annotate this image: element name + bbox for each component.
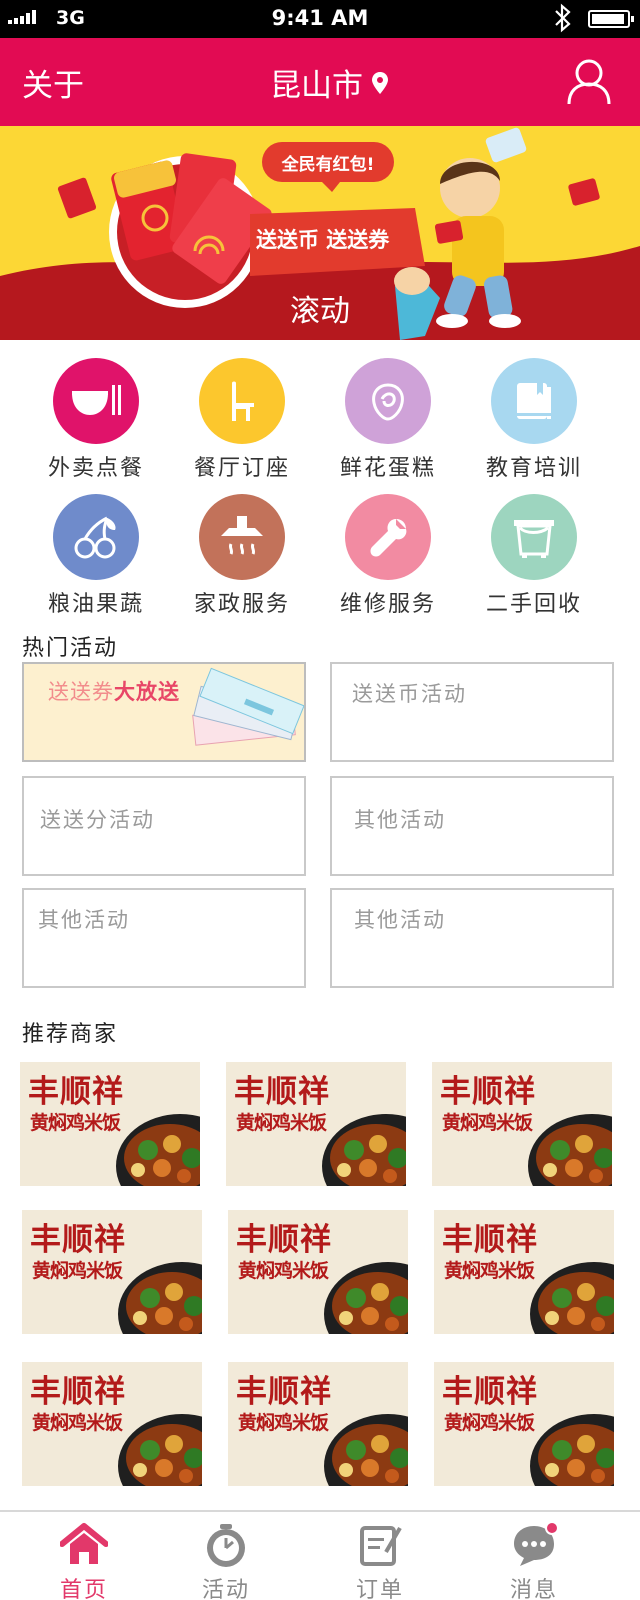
merchant-card[interactable]: 丰顺祥 黄焖鸡米饭 xyxy=(226,1062,406,1186)
chair-icon xyxy=(199,358,285,444)
merchant-dish: 黄焖鸡米饭 xyxy=(32,1260,123,1282)
city-name: 昆山市 xyxy=(270,68,363,104)
banner-ribbon-text: 送送币 送送券 xyxy=(256,228,390,252)
recycle-bin-icon xyxy=(491,494,577,580)
order-icon xyxy=(360,1526,402,1566)
category-label: 外卖点餐 xyxy=(47,456,144,481)
location-pin-icon xyxy=(372,71,388,94)
merchant-name: 丰顺祥 xyxy=(234,1074,330,1110)
category-label: 家政服务 xyxy=(193,592,290,617)
merchant-dish: 黄焖鸡米饭 xyxy=(444,1260,535,1282)
activity-card-label: 送送币活动 xyxy=(352,682,467,706)
activity-card-points[interactable]: 送送分活动 xyxy=(22,776,306,876)
banner-bubble-text: 全民有红包! xyxy=(281,155,375,175)
merchant-name: 丰顺祥 xyxy=(442,1222,538,1258)
wrench-icon xyxy=(345,494,431,580)
book-icon xyxy=(491,358,577,444)
merchant-name: 丰顺祥 xyxy=(236,1374,332,1410)
merchant-name: 丰顺祥 xyxy=(30,1222,126,1258)
merchant-card[interactable]: 丰顺祥 黄焖鸡米饭 xyxy=(434,1210,614,1334)
category-restaurant-booking[interactable]: 餐厅订座 xyxy=(168,358,316,482)
activity-card-label: 送送分活动 xyxy=(40,808,155,832)
home-icon xyxy=(59,1523,109,1564)
category-label: 教育培训 xyxy=(485,456,582,481)
city-selector[interactable]: 昆山市 xyxy=(270,60,389,105)
app-header: 关于 昆山市 xyxy=(0,38,640,126)
merchant-dish: 黄焖鸡米饭 xyxy=(236,1112,327,1134)
user-icon[interactable] xyxy=(566,58,612,106)
merchant-card[interactable]: 丰顺祥 黄焖鸡米饭 xyxy=(22,1210,202,1334)
merchant-dish: 黄焖鸡米饭 xyxy=(238,1260,329,1282)
tab-label: 活动 xyxy=(201,1578,250,1600)
activity-card-coupons[interactable]: 送送券大放送 xyxy=(22,662,306,762)
category-recycling[interactable]: 二手回收 xyxy=(460,494,608,618)
merchant-card[interactable]: 丰顺祥 黄焖鸡米饭 xyxy=(22,1362,202,1486)
tab-orders[interactable]: 订单 xyxy=(320,1522,440,1600)
merchant-name: 丰顺祥 xyxy=(28,1074,124,1110)
category-label: 鲜花蛋糕 xyxy=(339,456,436,481)
category-education[interactable]: 教育培训 xyxy=(460,358,608,482)
merchant-name: 丰顺祥 xyxy=(30,1374,126,1410)
tab-label: 消息 xyxy=(509,1578,558,1600)
activity-card-other[interactable]: 其他活动 xyxy=(22,888,306,988)
merchant-dish: 黄焖鸡米饭 xyxy=(238,1412,329,1434)
category-label: 粮油果蔬 xyxy=(47,592,144,617)
bottom-tab-bar: 首页 活动 订单 消息 xyxy=(0,1510,640,1600)
status-time: 9:41 AM xyxy=(271,6,369,30)
merchant-dish: 黄焖鸡米饭 xyxy=(32,1412,123,1434)
battery-icon xyxy=(588,10,634,28)
category-takeout[interactable]: 外卖点餐 xyxy=(22,358,170,482)
bluetooth-icon xyxy=(555,3,571,33)
category-housekeeping[interactable]: 家政服务 xyxy=(168,494,316,618)
hot-activities-title: 热门活动 xyxy=(22,636,119,661)
merchant-name: 丰顺祥 xyxy=(442,1374,538,1410)
merchant-name: 丰顺祥 xyxy=(440,1074,536,1110)
merchant-dish: 黄焖鸡米饭 xyxy=(442,1112,533,1134)
merchant-name: 丰顺祥 xyxy=(236,1222,332,1258)
activity-card-label: 其他活动 xyxy=(354,908,446,932)
tab-activities[interactable]: 活动 xyxy=(166,1522,286,1600)
promo-banner[interactable]: 全民有红包! 送送币 送送券 滚动 xyxy=(0,126,640,340)
status-bar: 3G 9:41 AM xyxy=(0,0,640,38)
category-flowers-cakes[interactable]: 鲜花蛋糕 xyxy=(314,358,462,482)
activity-card-other[interactable]: 其他活动 xyxy=(330,776,614,876)
cherry-icon xyxy=(53,494,139,580)
category-label: 维修服务 xyxy=(339,592,436,617)
merchant-card[interactable]: 丰顺祥 黄焖鸡米饭 xyxy=(20,1062,200,1186)
rose-icon xyxy=(345,358,431,444)
merchant-card[interactable]: 丰顺祥 黄焖鸡米饭 xyxy=(432,1062,612,1186)
merchant-card[interactable]: 丰顺祥 黄焖鸡米饭 xyxy=(228,1362,408,1486)
tab-home[interactable]: 首页 xyxy=(24,1522,144,1600)
merchant-dish: 黄焖鸡米饭 xyxy=(30,1112,121,1134)
about-button[interactable]: 关于 xyxy=(22,60,84,105)
tab-label: 首页 xyxy=(59,1578,108,1600)
bowl-chopsticks-icon xyxy=(53,358,139,444)
message-icon xyxy=(514,1521,559,1566)
tab-messages[interactable]: 消息 xyxy=(474,1521,594,1600)
category-repair[interactable]: 维修服务 xyxy=(314,494,462,618)
timer-icon xyxy=(207,1524,245,1567)
activity-card-label: 其他活动 xyxy=(354,808,446,832)
category-label: 餐厅订座 xyxy=(193,456,290,481)
merchant-dish: 黄焖鸡米饭 xyxy=(444,1412,535,1434)
merchant-card[interactable]: 丰顺祥 黄焖鸡米饭 xyxy=(228,1210,408,1334)
activity-card-other[interactable]: 其他活动 xyxy=(330,888,614,988)
recommended-merchants-title: 推荐商家 xyxy=(22,1022,119,1047)
category-groceries[interactable]: 粮油果蔬 xyxy=(22,494,170,618)
range-hood-icon xyxy=(199,494,285,580)
activity-card-coins[interactable]: 送送币活动 xyxy=(330,662,614,762)
merchant-card[interactable]: 丰顺祥 黄焖鸡米饭 xyxy=(434,1362,614,1486)
activity-card-label: 其他活动 xyxy=(38,908,130,932)
coupon-tickets-illustration xyxy=(192,667,304,746)
category-label: 二手回收 xyxy=(485,592,582,617)
tab-label: 订单 xyxy=(355,1578,404,1600)
banner-caption: 滚动 xyxy=(290,294,350,329)
